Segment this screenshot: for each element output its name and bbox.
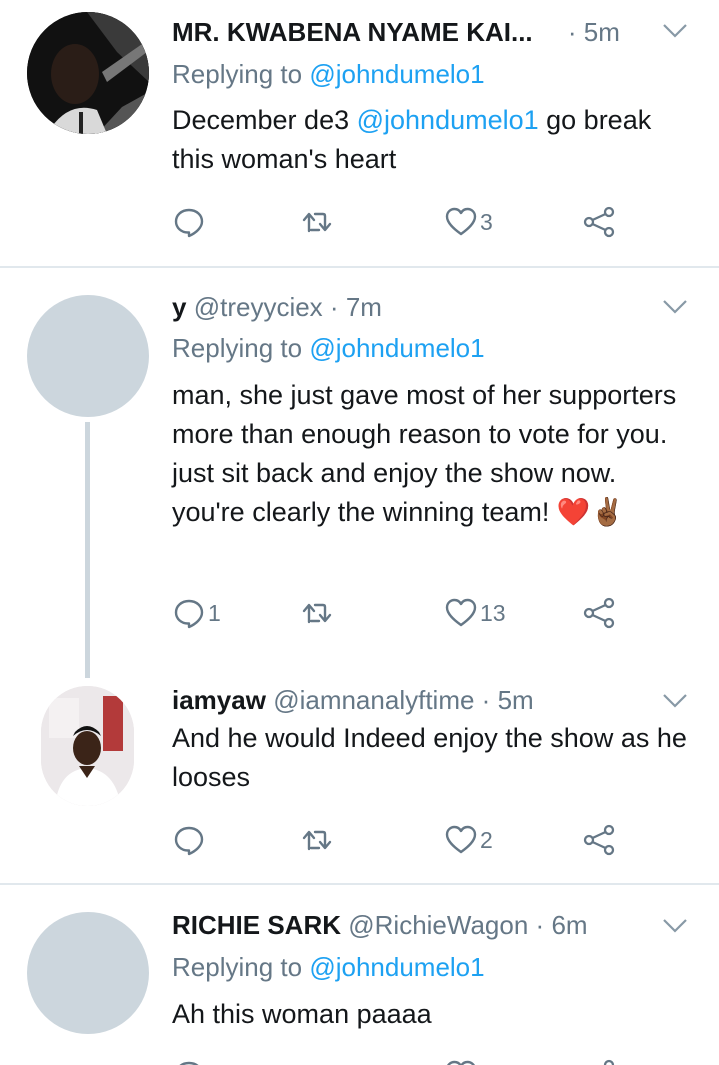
replying-to: Replying to @johndumelo1 bbox=[172, 331, 485, 365]
reply-button[interactable] bbox=[172, 1055, 206, 1065]
reply-icon bbox=[174, 599, 204, 629]
like-button[interactable]: 3 bbox=[444, 202, 493, 242]
tweet-header: y @treyyciex · 7m bbox=[172, 290, 382, 324]
share-icon bbox=[583, 206, 615, 238]
retweet-icon bbox=[302, 603, 332, 624]
like-count: 13 bbox=[480, 599, 506, 626]
tweet-text: man, she just gave most of her supporter… bbox=[172, 380, 677, 527]
reply-button[interactable]: 1 bbox=[172, 593, 221, 633]
separator-dot: · bbox=[329, 292, 339, 322]
retweet-button[interactable] bbox=[300, 820, 334, 860]
reply-icon bbox=[174, 826, 204, 856]
tweet-text: Ah this woman paaaa bbox=[172, 999, 432, 1029]
chevron-down-icon[interactable] bbox=[661, 296, 689, 318]
heart-icon bbox=[445, 207, 477, 236]
heart-icon bbox=[445, 598, 477, 627]
display-name[interactable]: iamyaw bbox=[172, 685, 266, 715]
reply-count: 1 bbox=[208, 599, 221, 626]
reply-icon bbox=[174, 208, 204, 238]
reply-icon bbox=[179, 1061, 199, 1065]
like-count: 3 bbox=[480, 208, 493, 235]
retweet-icon bbox=[300, 1058, 334, 1065]
tweet-4[interactable]: RICHIE SARK @RichieWagon · 6m Replying t… bbox=[0, 885, 719, 1065]
share-icon bbox=[583, 824, 615, 856]
share-icon bbox=[603, 1059, 615, 1065]
reply-button[interactable] bbox=[172, 820, 206, 860]
tweet-header: MR. KWABENA NYAME KAI... · 5m bbox=[172, 15, 620, 49]
avatar[interactable] bbox=[27, 295, 149, 417]
display-name[interactable]: MR. KWABENA NYAME KAI... bbox=[172, 17, 533, 47]
user-handle[interactable]: @iamnanalyftime bbox=[273, 685, 474, 715]
thread-connector bbox=[85, 422, 90, 678]
share-button[interactable] bbox=[582, 1055, 616, 1065]
tweet-1[interactable]: MR. KWABENA NYAME KAI... · 5m Replying t… bbox=[0, 0, 719, 268]
reply-button[interactable] bbox=[172, 202, 206, 242]
like-button[interactable]: 13 bbox=[444, 593, 506, 633]
display-name[interactable]: RICHIE SARK bbox=[172, 910, 341, 940]
timestamp[interactable]: 5m bbox=[584, 17, 620, 47]
retweet-button[interactable] bbox=[300, 593, 334, 633]
replying-to-label: Replying to bbox=[172, 952, 303, 982]
separator-dot: · bbox=[535, 910, 545, 940]
share-icon bbox=[583, 597, 615, 629]
display-name[interactable]: y bbox=[172, 292, 186, 322]
avatar[interactable] bbox=[41, 686, 134, 806]
share-button[interactable] bbox=[582, 202, 616, 242]
chevron-down-icon[interactable] bbox=[661, 690, 689, 712]
chevron-down-icon[interactable] bbox=[661, 20, 689, 42]
tweet-header: RICHIE SARK @RichieWagon · 6m bbox=[172, 908, 588, 942]
replying-to-handle[interactable]: @johndumelo1 bbox=[309, 333, 484, 363]
tweet-actions bbox=[172, 1055, 632, 1065]
tweet-actions: 3 bbox=[172, 202, 632, 242]
timestamp[interactable]: 5m bbox=[498, 685, 534, 715]
like-count: 2 bbox=[480, 826, 493, 853]
replying-to-label: Replying to bbox=[172, 333, 303, 363]
tweet-actions: 2 bbox=[172, 820, 632, 860]
timestamp[interactable]: 6m bbox=[551, 910, 587, 940]
tweet-text: And he would Indeed enjoy the show as he… bbox=[172, 723, 687, 792]
separator-dot: · bbox=[567, 17, 577, 47]
like-button[interactable]: 2 bbox=[444, 820, 493, 860]
replying-to-label: Replying to bbox=[172, 59, 303, 89]
tweet-text: December de3 @johndumelo1 go break this … bbox=[172, 101, 692, 179]
tweet-3[interactable]: iamyaw @iamnanalyftime · 5m And he would… bbox=[0, 678, 719, 884]
tweet-actions: 1 13 bbox=[172, 593, 632, 633]
chevron-down-icon[interactable] bbox=[661, 915, 689, 937]
replying-to: Replying to @johndumelo1 bbox=[172, 57, 485, 91]
avatar[interactable] bbox=[27, 912, 149, 1034]
timestamp[interactable]: 7m bbox=[346, 292, 382, 322]
retweet-icon bbox=[302, 212, 332, 233]
heart-icon bbox=[445, 825, 477, 854]
replying-to-handle[interactable]: @johndumelo1 bbox=[309, 952, 484, 982]
replying-to: Replying to @johndumelo1 bbox=[172, 950, 485, 984]
retweet-button[interactable] bbox=[300, 202, 334, 242]
heart-icon bbox=[447, 1060, 475, 1065]
user-handle[interactable]: @RichieWagon bbox=[348, 910, 528, 940]
mention-link[interactable]: @johndumelo1 bbox=[357, 105, 539, 135]
separator-dot: · bbox=[481, 685, 491, 715]
tweet-2[interactable]: y @treyyciex · 7m Replying to @johndumel… bbox=[0, 268, 719, 678]
share-button[interactable] bbox=[582, 820, 616, 860]
retweet-button[interactable] bbox=[300, 1055, 334, 1065]
tweet-text-part: December de3 bbox=[172, 105, 357, 135]
like-button[interactable] bbox=[444, 1055, 478, 1065]
replying-to-handle[interactable]: @johndumelo1 bbox=[309, 59, 484, 89]
tweet-header: iamyaw @iamnanalyftime · 5m bbox=[172, 683, 534, 717]
avatar[interactable] bbox=[27, 12, 149, 134]
retweet-icon bbox=[302, 830, 332, 851]
share-button[interactable] bbox=[582, 593, 616, 633]
user-handle[interactable]: @treyyciex bbox=[194, 292, 323, 322]
